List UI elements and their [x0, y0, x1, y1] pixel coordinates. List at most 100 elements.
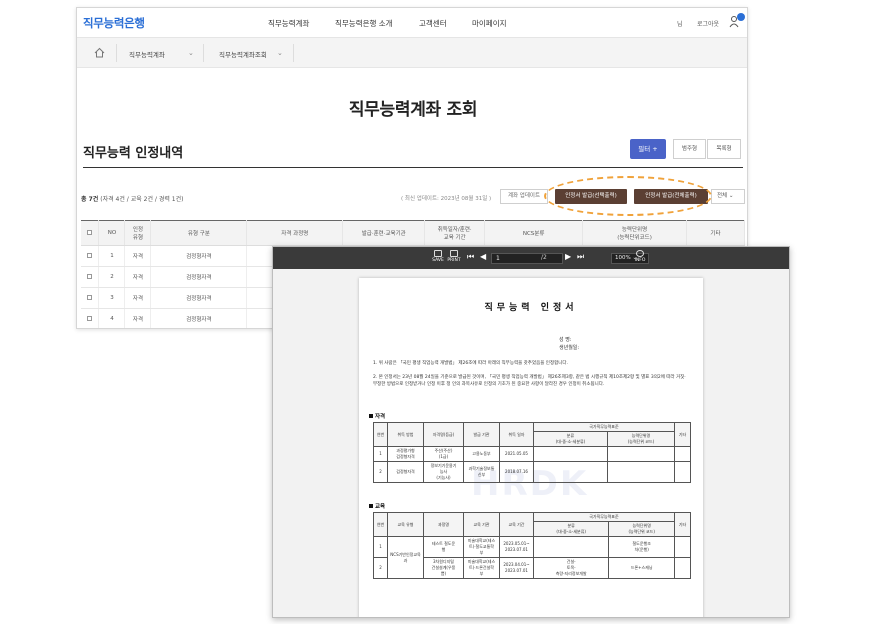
- row-checkbox-cell[interactable]: [81, 266, 100, 288]
- cell-etc: [674, 557, 691, 579]
- global-nav: 직무능력은행 직무능력계좌 직무능력은행 소개 고객센터 마이페이지 님 로그아…: [77, 8, 747, 38]
- row-checkbox[interactable]: [87, 294, 93, 300]
- header-period: 교육 기간: [499, 512, 534, 537]
- table-header-row: 연번 교육 유형 과정명 교육 기관 교육 기간 국가직무능력표준 기타: [373, 512, 691, 537]
- view-select[interactable]: 전체 ⌄: [711, 189, 745, 204]
- info-label: INFO: [634, 258, 646, 263]
- list-view-button[interactable]: 목록형: [707, 139, 741, 159]
- cell-course: 3차원디지털 건설설계(우풍 쁨): [423, 557, 464, 579]
- row-checkbox[interactable]: [87, 252, 93, 258]
- view-select-value: 전체: [717, 193, 728, 199]
- next-page-icon[interactable]: ▶: [565, 252, 571, 261]
- first-page-icon[interactable]: ⏮: [467, 252, 474, 262]
- site-logo[interactable]: 직무능력은행: [83, 15, 145, 31]
- header-etc: 기타: [674, 512, 691, 537]
- table-row: 2 검정형자격 정보기기운용기 능사 (기능사) 과학기술정보통 신부 2018…: [373, 461, 691, 483]
- breadcrumb-level2[interactable]: 직무능력계좌조회: [219, 49, 267, 59]
- home-icon[interactable]: [94, 47, 105, 58]
- print-label: PRINT: [447, 258, 461, 263]
- page-title: 직무능력계좌 조회: [348, 100, 478, 120]
- header-edu-type: 교육 유형: [387, 512, 424, 537]
- cell-etc: [674, 536, 691, 558]
- header-select[interactable]: [81, 220, 100, 246]
- cell-class: [532, 536, 610, 558]
- account-update-button[interactable]: 계좌 업데이트: [500, 189, 548, 204]
- cell-kind: 검정형자격: [150, 308, 248, 328]
- category-view-button[interactable]: 범주형: [673, 139, 706, 159]
- save-label: SAVE: [432, 258, 444, 263]
- breadcrumb-divider: [116, 44, 117, 62]
- chevron-down-icon[interactable]: ⌄: [277, 49, 283, 57]
- breadcrumb-level1[interactable]: 직무능력계좌: [129, 49, 165, 59]
- header-ncs-group: 국가직무능력표준: [533, 422, 675, 432]
- row-checkbox[interactable]: [87, 273, 93, 279]
- prev-page-icon[interactable]: ◀: [480, 252, 486, 261]
- cell-unit: [606, 461, 676, 483]
- header-institution: 교육 기관: [463, 512, 500, 537]
- cell-kind: 검정형자격: [150, 245, 248, 267]
- cell-etc: [674, 461, 691, 483]
- table-row: 1 과정평가형 검정형자격 주산(주산) (1급) 고용노동부 2021.05.…: [373, 446, 691, 462]
- summary-total: 총 7건: [81, 196, 99, 203]
- cell-issuer: 과학기술정보통 신부: [463, 461, 500, 483]
- education-table: 연번 교육 유형 과정명 교육 기관 교육 기간 국가직무능력표준 기타 분류 …: [373, 512, 691, 579]
- row-checkbox-cell[interactable]: [81, 245, 100, 267]
- cell-course: 테스트 철도운 행: [423, 536, 464, 558]
- birth-label: 생년월일:: [559, 345, 580, 351]
- cell-no: 3: [98, 287, 126, 309]
- logout-link[interactable]: 로그아웃: [697, 19, 719, 28]
- filter-button[interactable]: 필터 +: [630, 139, 666, 159]
- cell-etc: [674, 446, 691, 462]
- cell-issuer: 고용노동부: [463, 446, 500, 462]
- menu-item-about[interactable]: 직무능력은행 소개: [335, 18, 393, 29]
- save-icon: [434, 250, 442, 257]
- document-paragraph-1: 1. 위 사람은 「국민 평생 직업능력 개발법」 제26조에 따라 아래의 직…: [373, 361, 568, 366]
- row-checkbox-cell[interactable]: [81, 287, 100, 309]
- save-button[interactable]: SAVE: [431, 250, 445, 263]
- header-ncs-group: 국가직무능력표준: [533, 512, 675, 522]
- viewer-toolbar: SAVE PRINT ⏮ ◀ 1 /2 ▶ ⏭ 100% ⌄ INFO: [273, 247, 789, 269]
- cell-no: 4: [98, 308, 126, 328]
- header-seq: 연번: [373, 422, 388, 447]
- cell-seq: 1: [373, 446, 388, 462]
- section-education: 교육: [369, 502, 385, 510]
- header-acq-date: 취득 일자: [499, 422, 534, 447]
- result-summary: 총 7건 (자격 4건 / 교육 2건 / 경력 1건): [81, 194, 183, 203]
- qualification-table: 연번 취득 방법 자격명(등급) 발급 기관 취득 일자 국가직무능력표준 기타…: [373, 422, 691, 483]
- cell-class: [533, 446, 608, 462]
- cell-period: 2023.05.01~ 2023.07.01: [499, 536, 534, 558]
- document-page: HRDK 직무능력 인정서 성 명: 생년월일: 1. 위 사람은 「국민 평생…: [359, 278, 703, 617]
- cell-acq-date: 2021.05.05: [499, 446, 534, 462]
- print-button[interactable]: PRINT: [447, 250, 461, 263]
- cell-no: 1: [98, 245, 126, 267]
- menu-item-mypage[interactable]: 마이페이지: [472, 18, 507, 29]
- cell-method: 과정평가형 검정형자격: [387, 446, 424, 462]
- header-unit: 능력단위명 (능력단위 코드): [608, 521, 675, 537]
- menu-item-support[interactable]: 고객센터: [419, 18, 447, 29]
- table-row: 1 NCS기반인정교육 과 테스트 철도운 행 미술대학교(테스 트)·철도교통…: [373, 536, 691, 579]
- select-all-checkbox[interactable]: [87, 229, 93, 235]
- info-button[interactable]: INFO: [633, 250, 647, 263]
- cell-seq: 2: [373, 461, 388, 483]
- chevron-down-icon[interactable]: ⌄: [188, 49, 194, 57]
- header-qual-name: 자격명(등급): [423, 422, 464, 447]
- cell-unit: 철도운행조 차(운행): [608, 536, 675, 558]
- cell-acq-date: 2018.07.16: [499, 461, 534, 483]
- header-kind: 유형 구분: [150, 220, 248, 246]
- cell-unit: 드론+스캐닝: [608, 557, 675, 579]
- cell-qual-name: 주산(주산) (1급): [423, 446, 464, 462]
- section-qualification-label: 자격: [375, 414, 386, 420]
- row-checkbox[interactable]: [87, 315, 93, 321]
- row-checkbox-cell[interactable]: [81, 308, 100, 328]
- section-bullet: [369, 504, 373, 508]
- document-paragraph-2: 2. 본 인정서는 23년 08월 24일을 기준으로 발급된 것이며, 「국민…: [373, 375, 686, 387]
- page-number-input[interactable]: 1: [491, 253, 563, 264]
- cell-kind: 검정형자격: [150, 266, 248, 288]
- last-page-icon[interactable]: ⏭: [577, 252, 584, 262]
- cell-kind: 검정형자격: [150, 287, 248, 309]
- cell-type: 자격: [124, 245, 152, 267]
- zoom-value: 100%: [615, 255, 631, 261]
- header-seq: 연번: [373, 512, 388, 537]
- section-title: 직무능력 인정내역: [83, 146, 184, 161]
- menu-item-account[interactable]: 직무능력계좌: [268, 18, 309, 29]
